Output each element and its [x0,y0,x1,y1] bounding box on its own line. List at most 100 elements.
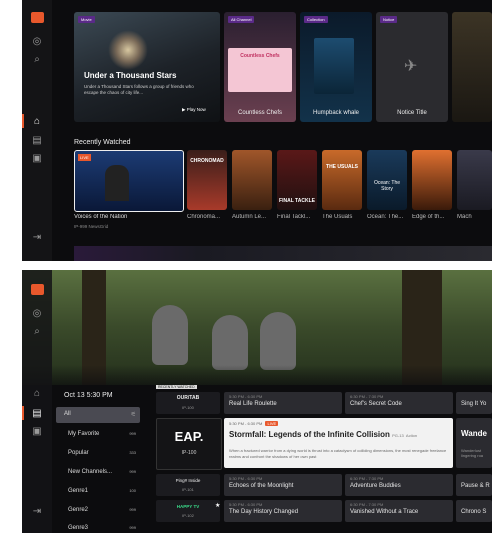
program-description: When a fractured warrior from a dying wo… [229,448,447,459]
program-cell[interactable]: Sing It Yo [456,392,492,414]
program-title: Real Life Roulette [229,401,277,407]
hero-card[interactable]: Movie Under a Thousand Stars Under a Tho… [74,12,220,122]
play-now-button[interactable]: ▶ Play Now [182,107,206,113]
recent-item-autumn[interactable] [232,150,272,210]
recent-item-edge[interactable] [412,150,452,210]
raccoon-art [152,305,188,365]
card-title: Countless Chefs [237,110,283,116]
category-count: 999 [129,469,136,474]
app-logo [31,12,44,23]
program-title: Adventure Buddies [350,483,401,489]
card-humpback-whale[interactable]: Collection Humpback whale [300,12,372,122]
guide-date: Oct 13 5:30 PM [64,392,113,399]
countless-chefs-art: Countless Chefs [228,48,292,92]
program-cell[interactable]: 5:30 PM - 6:30 PM Echoes of the Moonligh… [224,474,342,496]
recent-item-chronomad[interactable]: CHRONOMAD [187,150,227,210]
recent-label: The Usuals [322,214,353,220]
guide-icon[interactable]: ▤ [31,135,43,147]
search-icon[interactable]: ⌕ [31,326,43,338]
category-count: 999 [129,507,136,512]
category-count: 333 [129,450,136,455]
program-time: 5:30 PM - 6:30 PM [229,476,263,481]
exit-icon[interactable]: ⇥ [31,506,43,518]
live-badge: LIVE [265,421,279,426]
category-name: New Channels... [68,469,113,475]
channel-number: IP-102 [182,513,194,518]
recent-label: Voices of the Nation [74,214,128,220]
category-popular[interactable]: Popular 333 [56,446,140,462]
category-name: Genre2 [68,507,89,513]
next-row-preview [74,246,492,261]
recent-item-ocean[interactable]: Ocean: The Story [367,150,407,210]
program-title: Wande [461,429,487,438]
channel-number: IP-100 [181,450,197,456]
category-count: 999 [129,525,136,530]
program-cell[interactable]: 6:30 PM - 7:30 PM Adventure Buddies [345,474,453,496]
category-genre3[interactable]: Genre3 999 [56,521,140,533]
category-new-channels[interactable]: New Channels... 999 [56,465,140,481]
category-all[interactable]: All ⚟ [56,407,140,423]
final-tackle-art: FINAL TACKLE [279,198,315,204]
program-title: Echoes of the Moonlight [229,483,294,489]
card-partial[interactable] [452,12,492,122]
program-title: Pause & R [461,483,490,489]
program-cell[interactable]: 5:30 PM - 6:30 PM Real Life Roulette [224,392,342,414]
profile-icon[interactable]: ◎ [31,36,43,48]
play-now-label: Play Now [186,107,206,112]
recent-label: Edge of th... [412,214,445,220]
category-name: Genre3 [68,525,89,531]
program-time: 5:30 PM - 6:30 PM [229,421,263,426]
category-name: Popular [68,450,89,456]
home-screen: ◎ ⌕ ⌂ ▤ ▣ ⇥ Movie Under a Thousand Stars… [22,0,492,261]
category-genre2[interactable]: Genre2 999 [56,503,140,519]
recent-item-the-usuals[interactable]: THE USUALS [322,150,362,210]
channel-logo: Ping# Inside [175,478,201,483]
channel-row[interactable]: OUR/TAB IP-100 [156,392,220,414]
recent-item-mach[interactable] [457,150,492,210]
favorite-star-icon: ★ [215,503,221,509]
recent-label: Chronoma... [187,214,221,220]
home-icon[interactable]: ⌂ [31,116,43,128]
hero-description: Under a Thousand Stars follows a group o… [84,84,194,95]
filter-icon: ⚟ [130,412,136,418]
exit-icon[interactable]: ⇥ [31,232,43,244]
profile-icon[interactable]: ◎ [31,308,43,320]
home-icon[interactable]: ⌂ [31,388,43,400]
card-countless-chefs[interactable]: All Channel Countless Chefs Countless Ch… [224,12,296,122]
card-title: Humpback whale [312,110,360,116]
program-cell[interactable]: Wande Wanderlust lingering roa [456,418,492,468]
guide-icon[interactable]: ▤ [31,408,43,420]
program-title: Chrono S [461,509,487,515]
search-icon[interactable]: ⌕ [31,54,43,66]
ocean-art: Ocean: The Story [373,180,401,192]
program-title: Sing It Yo [461,401,487,407]
card-tag: All Channel [228,16,255,23]
tv-icon[interactable]: ▣ [31,426,43,438]
recent-item-voices[interactable]: LIVE [74,150,184,212]
program-genre: Action [405,433,418,438]
recent-sub: IP-999 NewsGrid [74,224,109,229]
recent-item-final-tackle[interactable]: FINAL TACKLE [277,150,317,210]
tv-icon[interactable]: ▣ [31,153,43,165]
channel-logo: HAPPY TV [176,504,200,509]
recent-label: Mach [457,214,472,220]
program-cell[interactable]: Chrono S [456,500,492,522]
program-cell-focused[interactable]: 5:30 PM - 6:30 PM LIVE Stormfall: Legend… [224,418,453,468]
program-cell[interactable]: 5:30 PM - 6:30 PM The Day History Change… [224,500,342,522]
active-indicator [22,114,24,128]
channel-row-selected[interactable]: EAP. IP-100 [156,418,222,470]
category-genre1[interactable]: Genre1 100 [56,484,140,500]
hero-fade [22,365,492,395]
program-title: Vanished Without a Trace [350,509,419,515]
channel-logo: OUR/TAB [176,395,200,401]
channel-row[interactable]: HAPPY TV IP-102 [156,500,220,522]
recently-watched-heading: Recently Watched [74,139,131,146]
program-cell[interactable]: Pause & R [456,474,492,496]
program-cell[interactable]: 6:30 PM - 7:30 PM Vanished Without a Tra… [345,500,453,522]
card-notice[interactable]: Notice ✈ Notice Title [376,12,448,122]
program-cell[interactable]: 6:30 PM - 7:30 PM Chef's Secret Code [345,392,453,414]
category-my-favorite[interactable]: My Favorite 999 [56,427,140,443]
category-name: My Favorite [68,431,100,437]
channel-row[interactable]: Ping# Inside IP-101 [156,474,220,496]
card-tag: Collection [304,16,328,23]
